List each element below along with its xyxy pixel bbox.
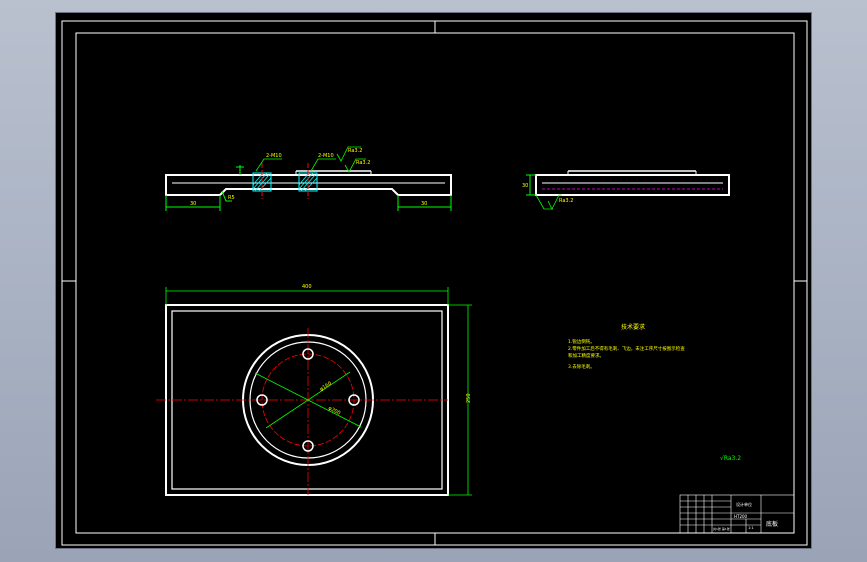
plan-view: φ160 φ200 400 250 [156, 284, 472, 496]
title-block-sheet: 共1张 第1张 [713, 526, 730, 531]
dim-pcd-label: φ160 [319, 381, 333, 393]
side-view: 30 Ra3.2 [522, 170, 730, 210]
notes-line-2: 2.零件加工后不得有毛刺、飞边，未注工序尺寸按图示检查 [568, 345, 685, 352]
cad-viewport[interactable]: 2-M10 2-M10 Ra3.2 Ra3.2 30 30 R5 30 Ra3.… [55, 12, 812, 549]
title-block-company: 设计单位 [736, 501, 752, 507]
dim-circle-label: φ200 [327, 405, 341, 416]
notes-line-4: 3.去除毛刺。 [568, 363, 595, 370]
general-roughness: √Ra3.2 [720, 455, 741, 462]
technical-notes: 技术要求 1.锐边倒钝。 2.零件加工后不得有毛刺、飞边，未注工序尺寸按图示检查… [568, 323, 741, 462]
drawing-frame [75, 32, 795, 534]
hole-callout-right: 2-M10 [318, 153, 334, 159]
detail-mark-label: R5 [228, 195, 235, 201]
plan-width-label: 400 [302, 284, 312, 290]
roughness-label-1: Ra3.2 [348, 148, 362, 154]
callout-leader-right [310, 158, 336, 172]
side-roughness-leader [535, 194, 553, 210]
front-section-view: 2-M10 2-M10 Ra3.2 Ra3.2 30 30 R5 [165, 146, 452, 211]
roughness-label-2: Ra3.2 [356, 160, 370, 166]
hole-callout-left: 2-M10 [266, 153, 282, 159]
side-dim-label: 30 [522, 183, 528, 189]
notes-title: 技术要求 [621, 323, 645, 331]
title-block-material: HT200 [734, 514, 748, 519]
side-roughness-label: Ra3.2 [559, 198, 573, 204]
title-block-drawing-name: 底板 [766, 520, 778, 528]
side-outline [535, 174, 730, 196]
notes-line-1: 1.锐边倒钝。 [568, 338, 595, 345]
title-block-scale: 1:1 [748, 526, 754, 530]
dim-right-label: 30 [421, 201, 427, 207]
notes-line-3: 和加工精度要求。 [568, 352, 604, 359]
cad-drawing-canvas: 2-M10 2-M10 Ra3.2 Ra3.2 30 30 R5 30 Ra3.… [61, 20, 808, 546]
callout-leader-left [255, 158, 282, 172]
plan-height-label: 250 [466, 393, 472, 403]
dim-left-label: 30 [190, 201, 196, 207]
sheet-border [61, 20, 808, 546]
